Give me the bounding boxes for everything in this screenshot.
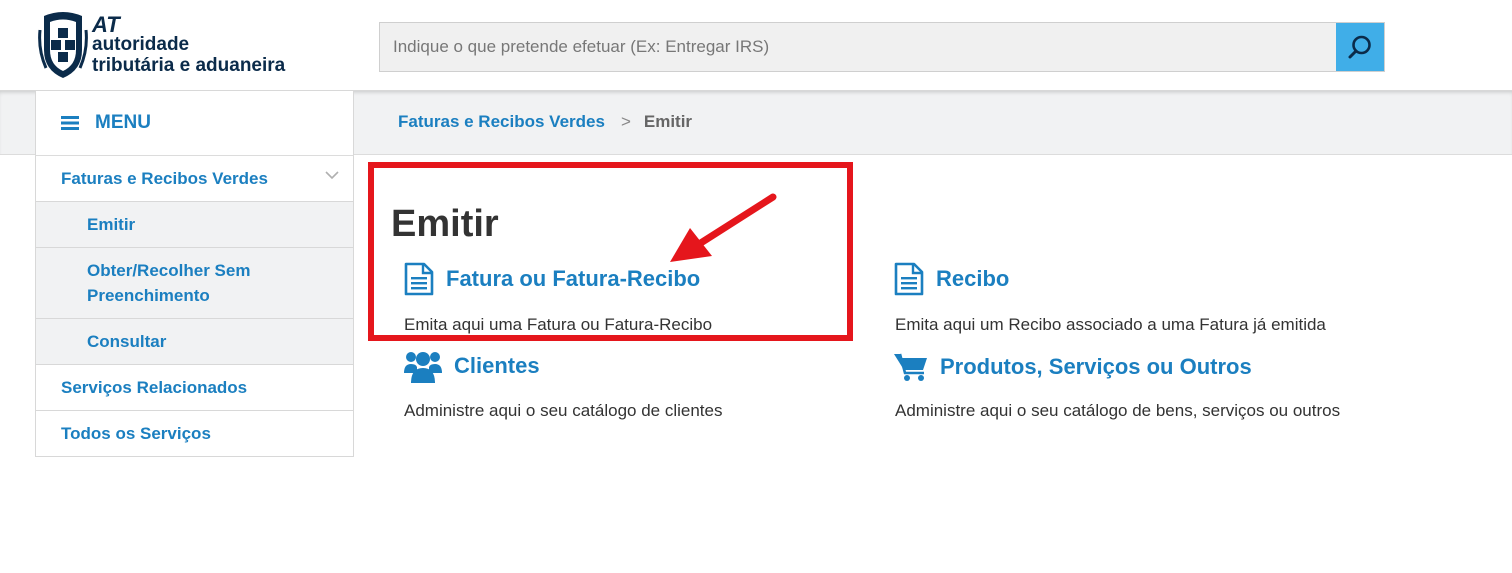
sidebar-item-label: Faturas e Recibos Verdes	[61, 168, 268, 188]
sidebar-item-todos-servicos[interactable]: Todos os Serviços	[36, 411, 353, 456]
card-title: Produtos, Serviços ou Outros	[940, 354, 1252, 379]
chevron-down-icon[interactable]	[325, 170, 339, 180]
card-description: Emita aqui um Recibo associado a uma Fat…	[895, 315, 1326, 334]
card-description: Administre aqui o seu catálogo de client…	[404, 401, 723, 420]
highlight-box	[368, 162, 853, 341]
sidebar-item-label: Consultar	[87, 331, 167, 351]
menu-label: MENU	[95, 112, 151, 133]
hamburger-icon	[61, 116, 79, 130]
card-clientes-link[interactable]: Clientes	[404, 349, 540, 383]
sidebar-item-faturas-recibos-verdes[interactable]: Faturas e Recibos Verdes	[36, 156, 353, 202]
sidebar-item-label-line2: Preenchimento	[87, 286, 210, 305]
sidebar-item-obter-recolher[interactable]: Obter/Recolher Sem Preenchimento	[36, 248, 353, 319]
search-button[interactable]	[1336, 23, 1384, 71]
sidebar-item-consultar[interactable]: Consultar	[36, 319, 353, 365]
logo-at: AT	[92, 12, 120, 37]
users-icon	[404, 352, 442, 383]
card-recibo-link[interactable]: Recibo	[894, 262, 1009, 296]
search-bar	[379, 22, 1385, 72]
sidebar-item-label: Obter/Recolher Sem	[87, 261, 251, 280]
sidebar-item-emitir[interactable]: Emitir	[36, 202, 353, 248]
logo-text: AT autoridade tributária e aduaneira	[92, 12, 286, 77]
breadcrumb-separator: >	[620, 112, 631, 131]
card-title: Clientes	[454, 353, 540, 378]
breadcrumb-current: Emitir	[643, 112, 693, 131]
sidebar: Faturas e Recibos Verdes Emitir Obter/Re…	[35, 155, 354, 457]
logo-line-1: autoridade	[92, 34, 190, 55]
document-icon	[894, 262, 924, 296]
at-logo[interactable]: AT autoridade tributária e aduaneira	[38, 10, 308, 80]
card-clientes: Clientes	[404, 349, 540, 383]
sidebar-item-label: Todos os Serviços	[61, 423, 211, 443]
search-input[interactable]	[380, 23, 1338, 71]
sidebar-item-label: Serviços Relacionados	[61, 377, 248, 397]
top-header: AT autoridade tributária e aduaneira	[0, 0, 1512, 90]
red-arrow-annotation	[670, 193, 777, 262]
card-description: Administre aqui o seu catálogo de bens, …	[895, 401, 1341, 420]
cart-icon	[894, 353, 927, 381]
sidebar-item-label: Emitir	[87, 214, 136, 234]
card-produtos-link[interactable]: Produtos, Serviços ou Outros	[894, 352, 1252, 382]
logo-line-2: tributária e aduaneira	[92, 55, 286, 76]
breadcrumb-parent-link[interactable]: Faturas e Recibos Verdes	[398, 112, 605, 132]
card-title: Recibo	[936, 266, 1010, 291]
search-icon	[1348, 35, 1371, 59]
card-recibo: Recibo	[894, 262, 1009, 296]
card-produtos: Produtos, Serviços ou Outros	[894, 352, 1252, 382]
coat-of-arms-icon	[38, 12, 88, 78]
breadcrumb: Faturas e Recibos Verdes > Emitir	[398, 112, 692, 132]
sidebar-item-servicos-relacionados[interactable]: Serviços Relacionados	[36, 365, 353, 411]
menu-toggle[interactable]: MENU	[35, 90, 354, 155]
